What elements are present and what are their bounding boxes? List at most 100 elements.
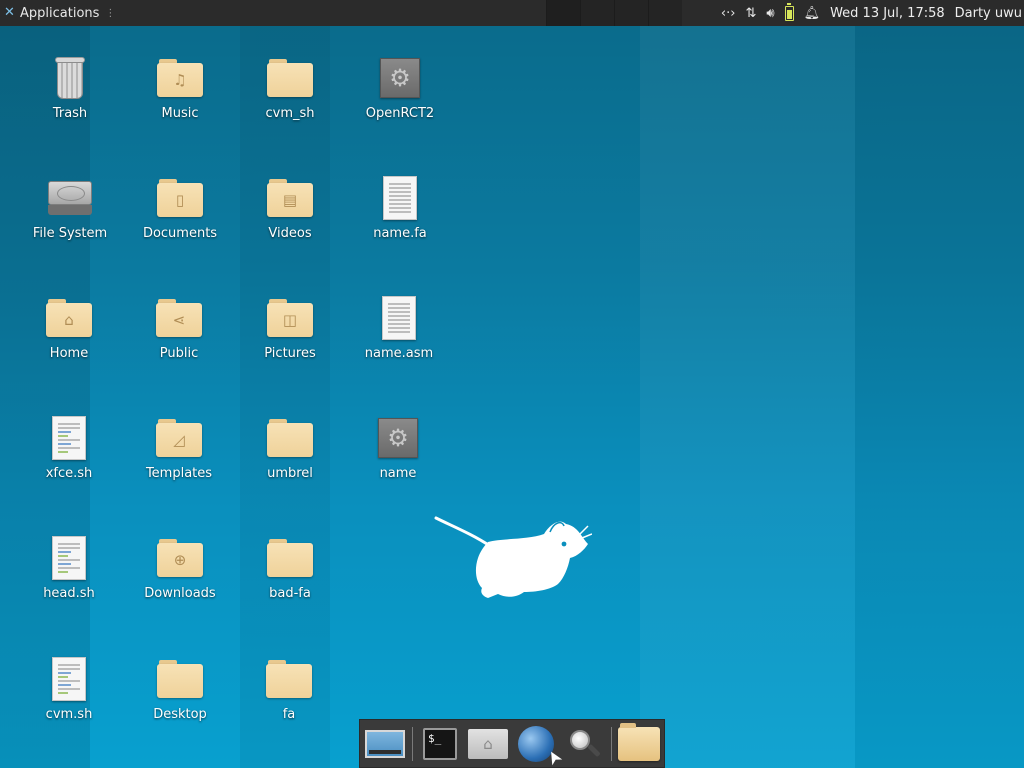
desktop-icon-head-sh[interactable]: head.sh [14, 528, 124, 638]
clock[interactable]: Wed 13 Jul, 17:58 [830, 6, 945, 21]
desktop-icon-name[interactable]: ⚙ name [343, 408, 453, 518]
notifications-bell-icon[interactable]: 🔔︎ [804, 6, 821, 21]
workspace-1[interactable] [546, 0, 580, 26]
desktop-icon-label: xfce.sh [45, 466, 93, 481]
workspace-3[interactable] [614, 0, 648, 26]
workspace-switcher [546, 0, 682, 26]
desktop-icon-label: bad-fa [269, 586, 311, 601]
desktop-icon-cvm-sh-folder[interactable]: cvm_sh [235, 48, 345, 158]
folder-icon [266, 660, 312, 698]
folder-icon [267, 59, 313, 97]
desktop-icon-label: Downloads [144, 586, 216, 601]
desktop-icon-label: Videos [268, 226, 312, 241]
text-file-icon [382, 296, 416, 340]
home-folder-icon: ⌂ [46, 299, 92, 337]
desktop-icon-name-fa[interactable]: name.fa [345, 168, 455, 278]
desktop-icon-label: Trash [52, 106, 88, 121]
applications-menu-button[interactable]: ✕ Applications ⋮ [0, 0, 121, 26]
desktop-icon-music[interactable]: ♫ Music [125, 48, 235, 158]
dock-app-finder[interactable] [563, 723, 605, 765]
desktop-icon-label: Templates [145, 466, 213, 481]
battery-icon[interactable] [784, 2, 794, 21]
dock-show-desktop[interactable] [364, 723, 406, 765]
downloads-folder-icon: ⊕ [157, 539, 203, 577]
desktop-icon-label: cvm_sh [265, 106, 315, 121]
workspace-4[interactable] [648, 0, 682, 26]
remote-connection-icon[interactable]: ‹·› [721, 6, 736, 21]
folder-icon [267, 539, 313, 577]
xfce-mouse-logo [434, 516, 592, 598]
folder-icon [267, 419, 313, 457]
volume-icon[interactable]: 🔊︎ [766, 6, 774, 21]
script-file-icon [52, 536, 86, 580]
desktop-icon-fa[interactable]: fa [234, 649, 344, 759]
terminal-icon: $_ [423, 727, 457, 760]
dock-web-browser[interactable] [515, 723, 557, 765]
script-file-icon [52, 657, 86, 701]
hard-drive-icon [48, 181, 92, 215]
executable-gear-icon: ⚙ [380, 58, 420, 98]
desktop-icon-cvm-sh-file[interactable]: cvm.sh [14, 649, 124, 759]
xfce-logo-icon: ✕ [4, 5, 15, 20]
desktop-icon-documents[interactable]: ▯ Documents [125, 168, 235, 278]
desktop-icon-downloads[interactable]: ⊕ Downloads [125, 528, 235, 638]
desktop-icon-label: fa [282, 707, 296, 722]
desktop-icon-label: Pictures [264, 346, 316, 361]
dock-folder[interactable] [618, 722, 660, 765]
desktop-icon-public[interactable]: ⋖ Public [124, 288, 234, 398]
trash-icon [55, 57, 85, 99]
executable-gear-icon: ⚙ [378, 418, 418, 458]
desktop-icon-label: Home [49, 346, 89, 361]
desktop-icon-label: head.sh [43, 586, 95, 601]
top-panel: ✕ Applications ⋮ ‹·› ⇅ 🔊︎ 🔔︎ Wed 13 Jul,… [0, 0, 1024, 26]
videos-folder-icon: ▤ [267, 179, 313, 217]
desktop-icon-label: name.fa [373, 226, 427, 241]
templates-folder-icon: ◿ [156, 419, 202, 457]
desktop-icon-file-system[interactable]: File System [15, 168, 125, 278]
user-menu[interactable]: Darty uwu [955, 6, 1022, 21]
desktop-icon-bad-fa[interactable]: bad-fa [235, 528, 345, 638]
desktop-icon-trash[interactable]: Trash [15, 48, 125, 158]
desktop-icon-label: umbrel [267, 466, 313, 481]
folder-icon [618, 722, 660, 761]
desktop-icon-label: Music [161, 106, 199, 121]
workspace-2[interactable] [580, 0, 614, 26]
system-tray: ‹·› ⇅ 🔊︎ 🔔︎ Wed 13 Jul, 17:58 Darty uwu [721, 0, 1024, 26]
web-browser-globe-icon [518, 725, 554, 762]
file-manager-home-icon: ⌂ [468, 728, 508, 759]
applications-label: Applications [20, 5, 100, 21]
dock-file-manager[interactable]: ⌂ [467, 723, 509, 765]
desktop-icon-openrct2[interactable]: ⚙ OpenRCT2 [345, 48, 455, 158]
menu-handle-icon: ⋮ [105, 7, 116, 19]
text-file-icon [383, 176, 417, 220]
desktop-icon-videos[interactable]: ▤ Videos [235, 168, 345, 278]
folder-icon [157, 660, 203, 698]
dock-separator [611, 726, 612, 761]
desktop-icon-label: Desktop [153, 707, 207, 722]
desktop-icon-label: OpenRCT2 [365, 106, 435, 121]
bottom-dock: $_ ⌂ [359, 719, 665, 768]
dock-separator [412, 726, 413, 761]
magnifier-search-icon [566, 726, 602, 762]
desktop-icon-xfce-sh[interactable]: xfce.sh [14, 408, 124, 518]
desktop-icon-name-asm[interactable]: name.asm [344, 288, 454, 398]
documents-folder-icon: ▯ [157, 179, 203, 217]
desktop-icon-label: Public [159, 346, 199, 361]
desktop-icon-label: name.asm [364, 346, 434, 361]
network-icon[interactable]: ⇅ [745, 6, 756, 21]
pictures-folder-icon: ◫ [267, 299, 313, 337]
desktop-icon-desktop[interactable]: Desktop [125, 649, 235, 759]
desktop-icon-umbrel[interactable]: umbrel [235, 408, 345, 518]
show-desktop-icon [365, 729, 405, 758]
desktop-icon-label: File System [32, 226, 108, 241]
dock-terminal[interactable]: $_ [419, 723, 461, 765]
public-folder-icon: ⋖ [156, 299, 202, 337]
script-file-icon [52, 416, 86, 460]
desktop-icon-pictures[interactable]: ◫ Pictures [235, 288, 345, 398]
desktop-icon-label: Documents [142, 226, 218, 241]
music-folder-icon: ♫ [157, 59, 203, 97]
desktop-icon-label: cvm.sh [45, 707, 93, 722]
desktop-icon-label: name [379, 466, 417, 481]
desktop-icon-templates[interactable]: ◿ Templates [124, 408, 234, 518]
desktop-icon-home[interactable]: ⌂ Home [14, 288, 124, 398]
